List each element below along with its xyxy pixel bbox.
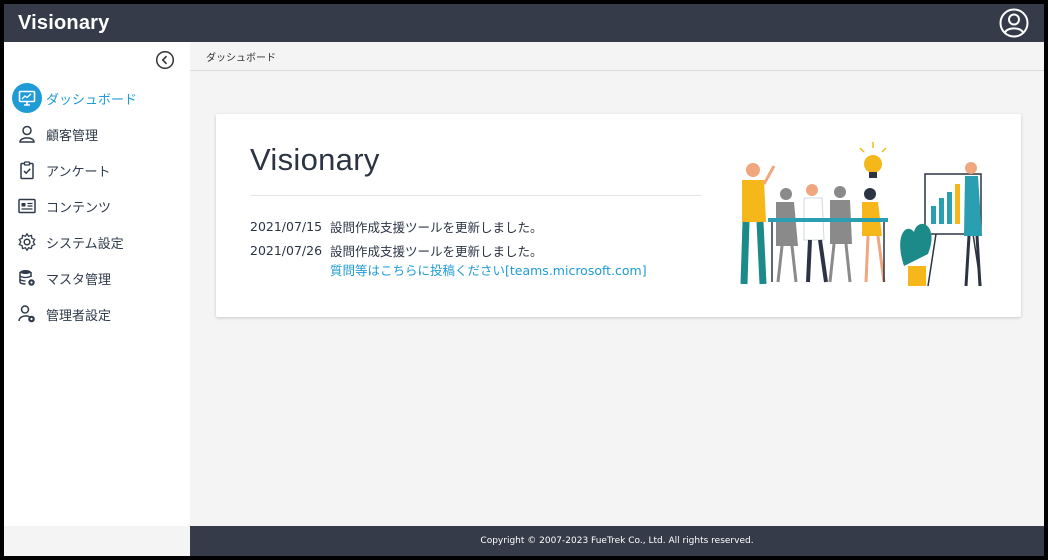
monitor-icon bbox=[12, 83, 42, 113]
sidebar-item-contents[interactable]: コンテンツ bbox=[12, 188, 187, 224]
clipboard-check-icon bbox=[12, 155, 42, 185]
sidebar-item-system-settings[interactable]: システム設定 bbox=[12, 224, 187, 260]
sidebar-item-label: システム設定 bbox=[46, 236, 124, 252]
divider bbox=[250, 195, 702, 196]
news-list: 2021/07/15 設問作成支援ツールを更新しました。 2021/07/26 … bbox=[250, 214, 647, 279]
app-title: Visionary bbox=[18, 11, 110, 34]
gear-icon bbox=[12, 227, 42, 257]
team-meeting-illustration bbox=[740, 142, 982, 287]
user-circle-icon bbox=[999, 8, 1029, 38]
app-window: Visionary ダッシュボード 顧客管理 アンケート コンテンツ システム設… bbox=[4, 4, 1044, 556]
sidebar-item-label: マスタ管理 bbox=[46, 272, 112, 288]
sidebar-collapse-button[interactable] bbox=[155, 50, 175, 70]
sidebar-item-dashboard[interactable]: ダッシュボード bbox=[12, 80, 187, 116]
sidebar-item-label: アンケート bbox=[46, 164, 111, 180]
sidebar-item-survey[interactable]: アンケート bbox=[12, 152, 187, 188]
account-button[interactable] bbox=[998, 7, 1030, 39]
news-date: 2021/07/15 bbox=[250, 218, 323, 234]
teams-link[interactable]: 質問等はこちらに投稿ください[teams.microsoft.com] bbox=[330, 260, 647, 279]
sidebar-nav: ダッシュボード 顧客管理 アンケート コンテンツ システム設定 マスタ管理 管理… bbox=[12, 80, 187, 332]
sidebar-item-label: ダッシュボード bbox=[46, 92, 138, 108]
id-card-icon bbox=[12, 191, 42, 221]
sidebar-item-label: 顧客管理 bbox=[46, 128, 99, 144]
news-text: 設問作成支援ツールを更新しました。 bbox=[330, 243, 543, 259]
footer: Copyright © 2007-2023 FueTrek Co., Ltd. … bbox=[190, 526, 1044, 556]
sidebar-item-master[interactable]: マスタ管理 bbox=[12, 260, 187, 296]
info-card: Visionary 2021/07/15 設問作成支援ツールを更新しました。 2… bbox=[216, 114, 1021, 317]
card-title: Visionary bbox=[250, 142, 380, 177]
breadcrumb: ダッシュボード bbox=[190, 42, 1044, 71]
sidebar-item-label: 管理者設定 bbox=[46, 308, 112, 324]
user-gear-icon bbox=[12, 299, 42, 329]
lightbulb-icon bbox=[859, 142, 887, 178]
chevron-left-circle-icon bbox=[155, 50, 175, 70]
sidebar: ダッシュボード 顧客管理 アンケート コンテンツ システム設定 マスタ管理 管理… bbox=[4, 42, 190, 526]
sidebar-item-admin-settings[interactable]: 管理者設定 bbox=[12, 296, 187, 332]
sidebar-item-customers[interactable]: 顧客管理 bbox=[12, 116, 187, 152]
news-date: 2021/07/26 bbox=[250, 242, 323, 258]
news-item: 2021/07/26 設問作成支援ツールを更新しました。 bbox=[250, 238, 647, 262]
database-gear-icon bbox=[12, 263, 42, 293]
breadcrumb-current: ダッシュボード bbox=[206, 52, 276, 64]
sidebar-item-label: コンテンツ bbox=[46, 200, 112, 216]
news-item: 2021/07/15 設問作成支援ツールを更新しました。 bbox=[250, 214, 647, 238]
user-icon bbox=[12, 119, 42, 149]
news-text: 設問作成支援ツールを更新しました。 bbox=[330, 219, 543, 235]
copyright-text: Copyright © 2007-2023 FueTrek Co., Ltd. … bbox=[480, 536, 754, 546]
top-header: Visionary bbox=[4, 4, 1044, 42]
